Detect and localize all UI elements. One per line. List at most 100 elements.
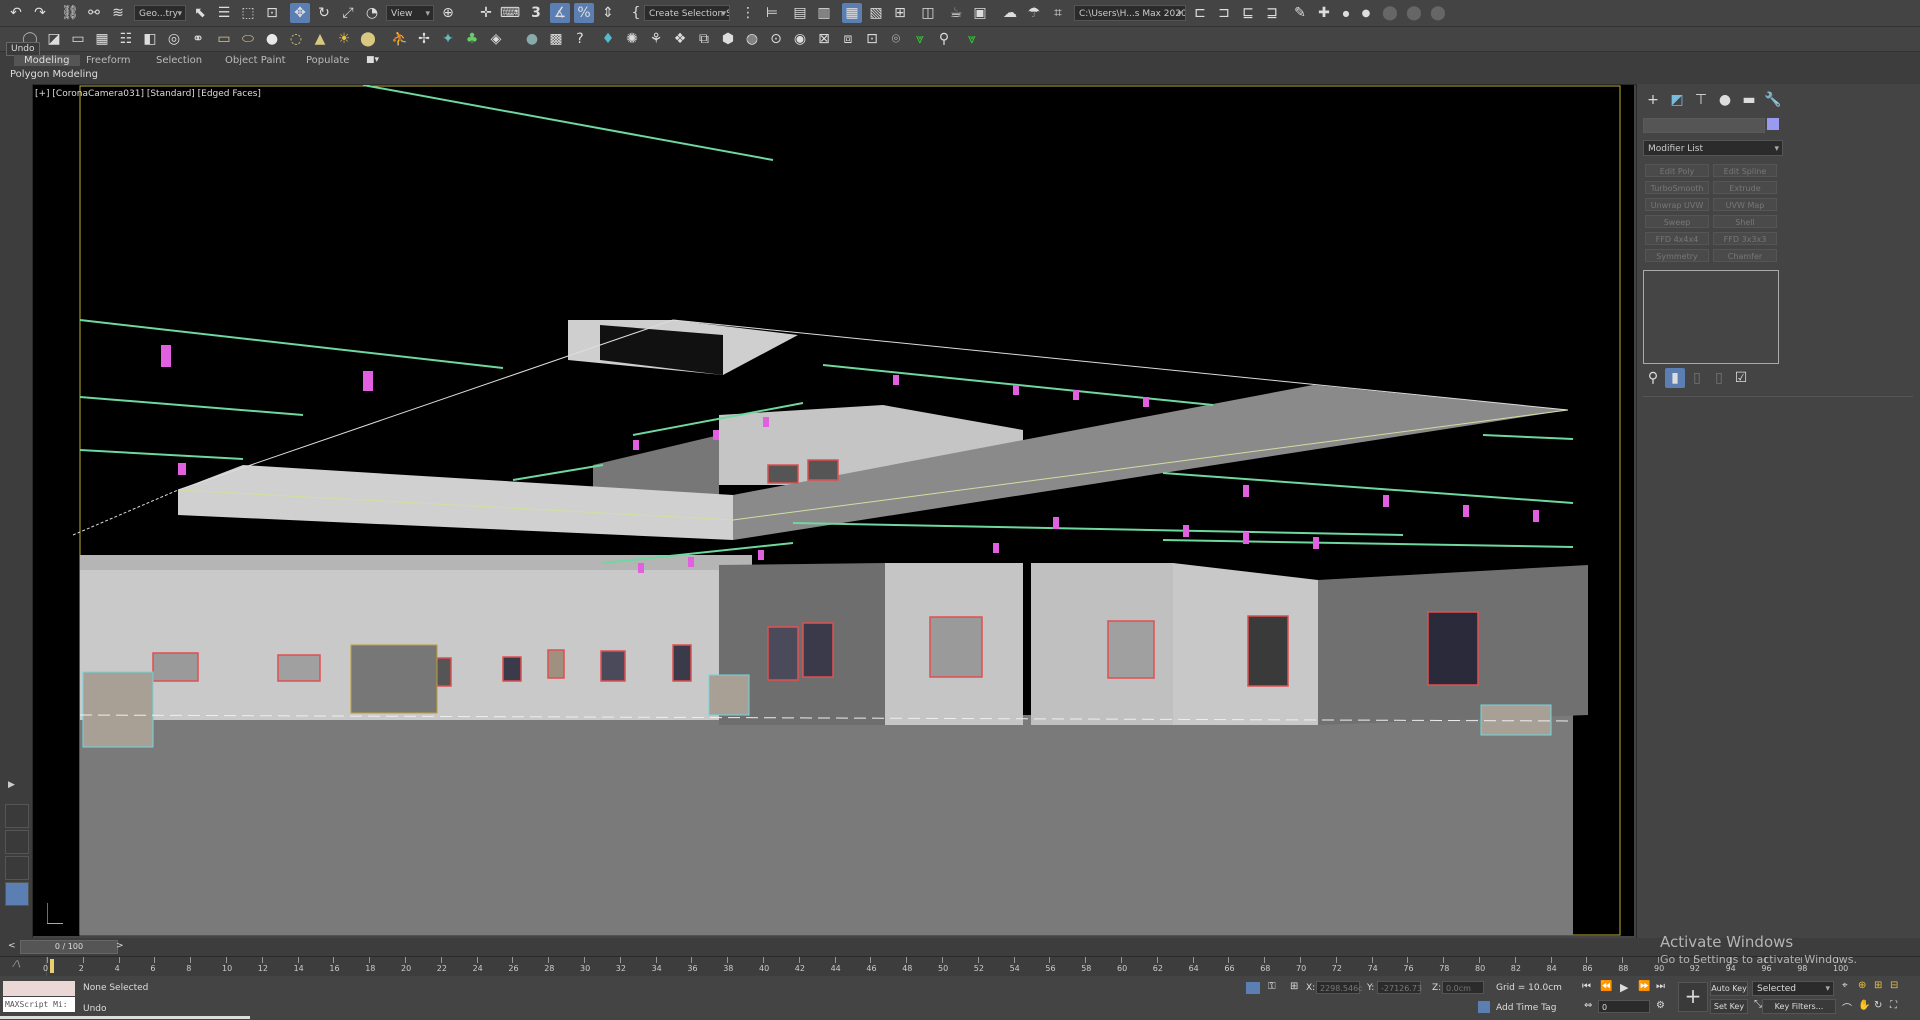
layout-3-icon[interactable] [5,856,29,880]
absolute-mode-icon[interactable]: ⊞ [1290,981,1298,992]
modifier-turbosmooth-button[interactable]: TurboSmooth [1645,181,1709,194]
viewport-nav-5-icon[interactable]: ⌒ [1842,1000,1852,1015]
bulb-icon[interactable]: ⚲ [934,29,954,49]
corona-converter-icon[interactable]: ⧈ [838,29,858,49]
modifier-stack-list[interactable] [1643,270,1779,364]
corona-light-icon[interactable]: ♦ [598,29,618,49]
angle-snap-icon[interactable]: ∡ [550,3,570,23]
percent-snap-icon[interactable]: % [574,3,594,23]
modifier-sweep-button[interactable]: Sweep [1645,215,1709,228]
torus-icon[interactable]: ◌ [286,29,306,49]
next-frame-icon[interactable]: ⏩ [1638,981,1650,992]
chain-icon[interactable]: ⚭ [188,29,208,49]
track-filter-icon[interactable]: ⁄∖ [14,960,21,970]
render-production-icon[interactable]: ☁ [1000,3,1020,23]
dot-small-icon[interactable]: ● [1336,3,1356,23]
select-by-name-icon[interactable]: ☰ [214,3,234,23]
time-tag-icon[interactable] [1478,1001,1490,1013]
edit-named-selection-icon[interactable]: { [626,3,646,23]
corona-volume-icon[interactable]: ◍ [742,29,762,49]
spinner-snap-icon[interactable]: ⇕ [598,3,618,23]
light-icon[interactable]: ✦ [438,29,458,49]
prev-frame-icon[interactable]: ⏪ [1600,981,1612,992]
display-icon[interactable]: ▭ [68,29,88,49]
sphere-icon[interactable]: ● [262,29,282,49]
modifier-shell-button[interactable]: Shell [1713,215,1777,228]
bind-spacewarp-icon[interactable]: ≋ [108,3,128,23]
geosphere-icon[interactable]: ⬤ [358,29,378,49]
create-tab-icon[interactable]: + [1643,90,1663,110]
track-bar[interactable]: ⁄∖ 0 2 4 6 8 10 12 14 16 18 20 22 24 26 28 30 32 34 36 38 40… [0,956,1920,977]
current-frame-field[interactable]: 0 [1598,1000,1650,1013]
hierarchy-tab-icon[interactable]: ⊤ [1691,90,1711,110]
snap-3d-icon[interactable]: 3 [526,3,546,23]
rectangular-selection-icon[interactable]: ⬚ [238,3,258,23]
maxscript-mini-listener[interactable]: MAXScript Mi: [3,997,75,1012]
z-coordinate-field[interactable]: 0.0cm [1442,981,1484,994]
rotate-icon[interactable]: ↻ [314,3,334,23]
layer-explorer-icon[interactable]: ▥ [814,3,834,23]
align-icon[interactable]: ⊨ [762,3,782,23]
motion-tab-icon[interactable]: ● [1715,90,1735,110]
utility-icon[interactable]: ☷ [116,29,136,49]
workspace-icon[interactable]: ⊐ [1214,3,1234,23]
chevron-green-2-icon[interactable]: ⩔ [962,29,982,49]
time-next-arrow-icon[interactable]: > [116,941,124,951]
material-icon[interactable]: ◈ [486,29,506,49]
camera-icon[interactable]: ◧ [140,29,160,49]
show-end-result-icon[interactable]: ▮ [1665,368,1685,388]
expand-arrow-icon[interactable]: ▶ [8,780,15,790]
viewport-label[interactable]: [+] [CoronaCamera031] [Standard] [Edged … [35,89,261,99]
play-icon[interactable]: ▶ [1620,981,1628,994]
cylinder-icon[interactable]: ⬭ [238,29,258,49]
dot-medium-icon[interactable]: ● [1356,3,1376,23]
lock-selection-icon[interactable]: ⚿ [1268,981,1276,992]
key-mode-icon[interactable]: ⇔ [1584,1000,1592,1011]
toggle-ribbon-icon[interactable]: ▦ [842,3,862,23]
object-name-field[interactable] [1643,118,1765,133]
object-color-swatch[interactable] [1767,118,1779,130]
tab-freeform[interactable]: Freeform [86,55,131,66]
help-icon[interactable]: ? [570,29,590,49]
brush-icon[interactable]: ✎ [1290,3,1310,23]
viewport-nav-6-icon[interactable]: ✋ [1858,1000,1870,1011]
corona-render-icon[interactable]: ⊙ [766,29,786,49]
move-icon[interactable]: ✥ [290,3,310,23]
tab-object-paint[interactable]: Object Paint [225,55,286,66]
keyboard-shortcut-icon[interactable]: ⌨ [500,3,520,23]
tab-selection[interactable]: Selection [156,55,202,66]
set-key-big-icon[interactable]: + [1678,982,1708,1012]
scale-icon[interactable]: ⤢ [338,3,358,23]
modifier-edit-poly-button[interactable]: Edit Poly [1645,164,1709,177]
isolate-toggle-icon[interactable] [1246,982,1260,994]
corona-decal-icon[interactable]: ⬢ [718,29,738,49]
goto-end-icon[interactable]: ⏭ [1656,981,1665,992]
layer-icon[interactable]: ◪ [44,29,64,49]
viewport-nav-7-icon[interactable]: ↻ [1874,1000,1882,1011]
goto-start-icon[interactable]: ⏮ [1582,981,1591,992]
maxscript-mini-listener-pink[interactable] [3,981,75,996]
add-time-tag[interactable]: Add Time Tag [1496,1003,1556,1013]
curve-editor-icon[interactable]: ▧ [866,3,886,23]
corona-proxy-icon[interactable]: ⧉ [694,29,714,49]
render-iterative-icon[interactable]: ☂ [1024,3,1044,23]
set-project-icon[interactable]: ⊑ [1238,3,1258,23]
modifier-symmetry-button[interactable]: Symmetry [1645,249,1709,262]
viewport-nav-1-icon[interactable]: ⌖ [1842,980,1848,991]
select-object-icon[interactable]: ⬉ [190,3,210,23]
corona-sun-icon[interactable]: ✺ [622,29,642,49]
corona-vfb-icon[interactable]: ◉ [790,29,810,49]
toggle-scene-explorer-icon[interactable]: ▤ [790,3,810,23]
undo-icon[interactable]: ↶ [6,3,26,23]
configure-sets-icon[interactable]: ☑ [1731,368,1751,388]
link-icon[interactable]: ⛓ [60,3,80,23]
modifier-edit-spline-button[interactable]: Edit Spline [1713,164,1777,177]
remove-modifier-icon[interactable]: ▯ [1709,368,1729,388]
x-coordinate-field[interactable]: 2298.546c [1316,981,1363,994]
circle-large-1-icon[interactable]: ⬤ [1380,3,1400,23]
layout-4-icon[interactable] [5,882,29,906]
selection-filter-dropdown[interactable]: Geo...try [134,5,186,21]
redo-icon[interactable]: ↷ [30,3,50,23]
cone-icon[interactable]: ▲ [310,29,330,49]
ribbon-options-icon[interactable]: ■▾ [366,55,379,65]
